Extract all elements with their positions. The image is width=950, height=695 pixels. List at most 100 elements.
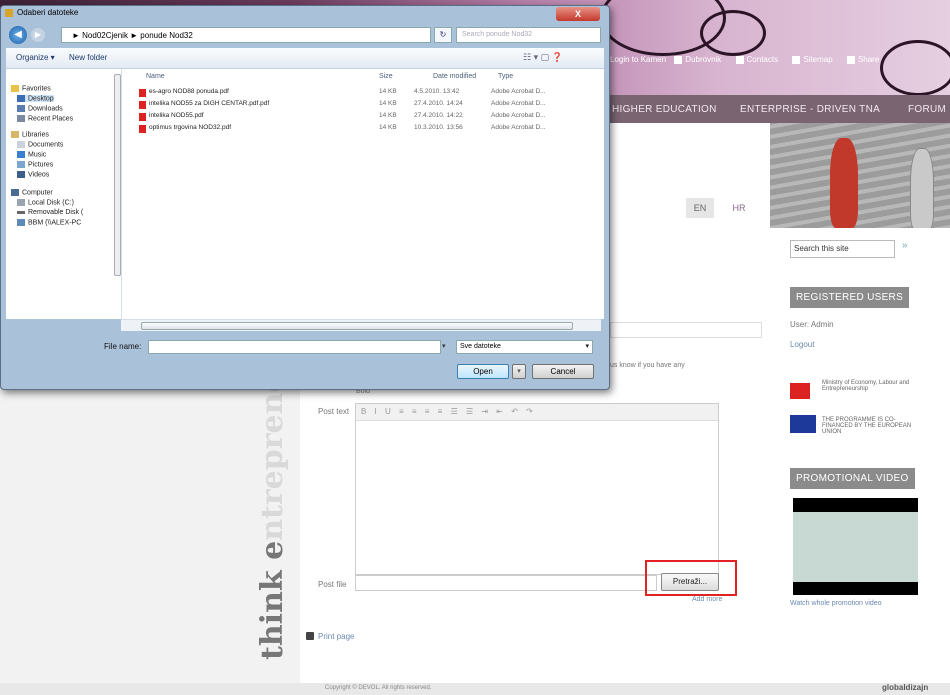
- file-size: 14 KB: [379, 88, 397, 95]
- file-type: Adobe Acrobat D...: [491, 88, 546, 95]
- scrollbar-thumb[interactable]: [114, 74, 121, 276]
- column-header-size[interactable]: Size: [379, 73, 393, 80]
- nav-music[interactable]: Music: [17, 151, 46, 158]
- star-icon: [11, 85, 19, 92]
- eu-flag-icon: [790, 415, 816, 433]
- nav-libraries[interactable]: Libraries: [11, 131, 49, 138]
- organize-menu[interactable]: Organize ▾: [16, 53, 55, 62]
- nav-downloads[interactable]: Downloads: [17, 105, 63, 112]
- file-row[interactable]: optimus trgovina NOD32.pdf 14 KB 10.3.20…: [139, 124, 599, 135]
- file-row[interactable]: es-agro NOD88 ponuda.pdf 14 KB 4.5.2010.…: [139, 88, 599, 99]
- ministry-text: Ministry of Economy, Labour and Entrepre…: [822, 380, 910, 392]
- nav-item-forum[interactable]: FORUM: [908, 104, 946, 115]
- new-folder-button[interactable]: New folder: [69, 53, 107, 62]
- highlight-box: [645, 560, 737, 596]
- nav-pane-scrollbar[interactable]: [114, 69, 121, 289]
- eu-text: THE PROGRAMME IS CO-FINANCED BY THE EURO…: [822, 417, 912, 435]
- header-swirl-decoration: [700, 10, 766, 56]
- nav-videos[interactable]: Videos: [17, 171, 49, 178]
- file-name: intelika NOD55.pdf: [149, 112, 204, 119]
- network-drive-icon: [17, 219, 25, 226]
- header-photo: [745, 123, 950, 230]
- column-header-name[interactable]: Name: [146, 73, 165, 80]
- nav-item-enterprise[interactable]: ENTERPRISE - DRIVEN TNA: [740, 104, 880, 115]
- top-link[interactable]: Share: [858, 55, 879, 64]
- promo-video-player[interactable]: [793, 498, 918, 595]
- file-name: intelika NOD55 za DIGH CENTAR.pdf.pdf: [149, 100, 270, 107]
- post-text-editor[interactable]: B I U ≡ ≡ ≡ ≡ ☰ ☰ ⇥ ⇤ ↶ ↷: [355, 403, 719, 575]
- nav-network-drive[interactable]: BBM (\\ALEX-PC: [17, 219, 81, 226]
- nav-item-higher-education[interactable]: HIGHER EDUCATION: [612, 104, 717, 115]
- post-text-label: Post text: [318, 407, 350, 416]
- square-icon: [792, 55, 801, 64]
- pdf-file-icon: [139, 113, 146, 121]
- printer-icon: [306, 632, 314, 640]
- top-link[interactable]: Contacts: [747, 55, 779, 64]
- title-input[interactable]: [610, 322, 762, 338]
- current-user-label: User: Admin: [790, 320, 834, 329]
- column-header-type[interactable]: Type: [498, 73, 513, 80]
- pdf-file-icon: [139, 101, 146, 109]
- add-more-link[interactable]: Add more: [692, 596, 722, 603]
- footer: [0, 683, 950, 695]
- documents-icon: [17, 141, 25, 148]
- open-button[interactable]: Open: [457, 364, 509, 379]
- file-name: es-agro NOD88 ponuda.pdf: [149, 88, 229, 95]
- pdf-file-icon: [139, 89, 146, 97]
- cancel-button[interactable]: Cancel: [532, 364, 594, 379]
- dialog-search-input[interactable]: Search ponude Nod32: [456, 27, 601, 43]
- file-type-select[interactable]: Sve datoteke ▾: [456, 340, 593, 354]
- file-date: 27.4.2010. 14:24: [414, 100, 463, 107]
- nav-recent-places[interactable]: Recent Places: [17, 115, 73, 122]
- file-row[interactable]: intelika NOD55.pdf 14 KB 27.4.2010. 14:2…: [139, 112, 599, 123]
- file-list-scrollbar[interactable]: [121, 319, 601, 331]
- nav-label: Favorites: [22, 85, 51, 93]
- forward-arrow-icon[interactable]: ▶: [31, 28, 45, 42]
- nav-favorites[interactable]: Favorites: [11, 85, 51, 92]
- refresh-icon[interactable]: ↻: [434, 27, 452, 43]
- nav-label: Libraries: [22, 131, 49, 139]
- post-file-input[interactable]: [355, 575, 657, 591]
- square-icon: [846, 55, 855, 64]
- file-open-dialog: Odaberi datoteke X ◀ ▶ ► Nod02Cjenik ► p…: [0, 5, 610, 390]
- nav-local-disk[interactable]: Local Disk (C:): [17, 199, 74, 206]
- registered-users-heading: REGISTERED USERS: [790, 287, 910, 308]
- top-link[interactable]: Dubrovnik: [685, 55, 721, 64]
- promotional-video-heading: PROMOTIONAL VIDEO: [790, 468, 915, 489]
- column-header-date[interactable]: Date modified: [433, 73, 476, 80]
- nav-label: Local Disk (C:): [28, 199, 74, 207]
- language-en-button[interactable]: EN: [686, 198, 714, 218]
- address-bar[interactable]: ► Nod02Cjenik ► ponude Nod32: [61, 27, 431, 43]
- view-options-icons[interactable]: ☷ ▾ ▢ ❓: [523, 52, 563, 63]
- file-row[interactable]: intelika NOD55 za DIGH CENTAR.pdf.pdf 14…: [139, 100, 599, 111]
- back-arrow-icon[interactable]: ◀: [9, 26, 27, 44]
- person-figure: [910, 148, 934, 230]
- chevron-down-icon[interactable]: ▾: [442, 342, 446, 350]
- nav-label: Desktop: [28, 95, 54, 103]
- videos-icon: [17, 171, 25, 178]
- scrollbar-thumb[interactable]: [141, 322, 573, 330]
- file-name-input[interactable]: [148, 340, 441, 354]
- site-search-input[interactable]: Search this site: [790, 240, 895, 258]
- print-page-link[interactable]: Print page: [318, 632, 354, 641]
- editor-toolbar[interactable]: B I U ≡ ≡ ≡ ≡ ☰ ☰ ⇥ ⇤ ↶ ↷: [356, 404, 718, 421]
- person-figure: [830, 138, 858, 228]
- nav-pictures[interactable]: Pictures: [17, 161, 53, 168]
- top-link[interactable]: Login to Kamen: [610, 55, 666, 64]
- watch-video-link[interactable]: Watch whole promotion video: [790, 600, 882, 607]
- top-link[interactable]: Sitemap: [803, 55, 832, 64]
- search-go-button[interactable]: »: [902, 240, 908, 251]
- open-dropdown-arrow-icon[interactable]: ▾: [512, 364, 526, 379]
- footer-logo[interactable]: globaldizajn: [882, 683, 928, 692]
- language-hr-button[interactable]: HR: [725, 198, 753, 218]
- nav-label: BBM (\\ALEX-PC: [28, 219, 82, 227]
- logout-link[interactable]: Logout: [790, 340, 814, 349]
- top-links-bar: Login to Kamen Dubrovnik Contacts Sitema…: [610, 55, 950, 73]
- close-button[interactable]: X: [556, 7, 600, 21]
- nav-documents[interactable]: Documents: [17, 141, 63, 148]
- nav-removable-disk[interactable]: Removable Disk (: [17, 209, 83, 216]
- nav-label: Computer: [22, 189, 53, 197]
- nav-computer[interactable]: Computer: [11, 189, 53, 196]
- libraries-icon: [11, 131, 19, 138]
- nav-desktop[interactable]: Desktop: [17, 95, 54, 103]
